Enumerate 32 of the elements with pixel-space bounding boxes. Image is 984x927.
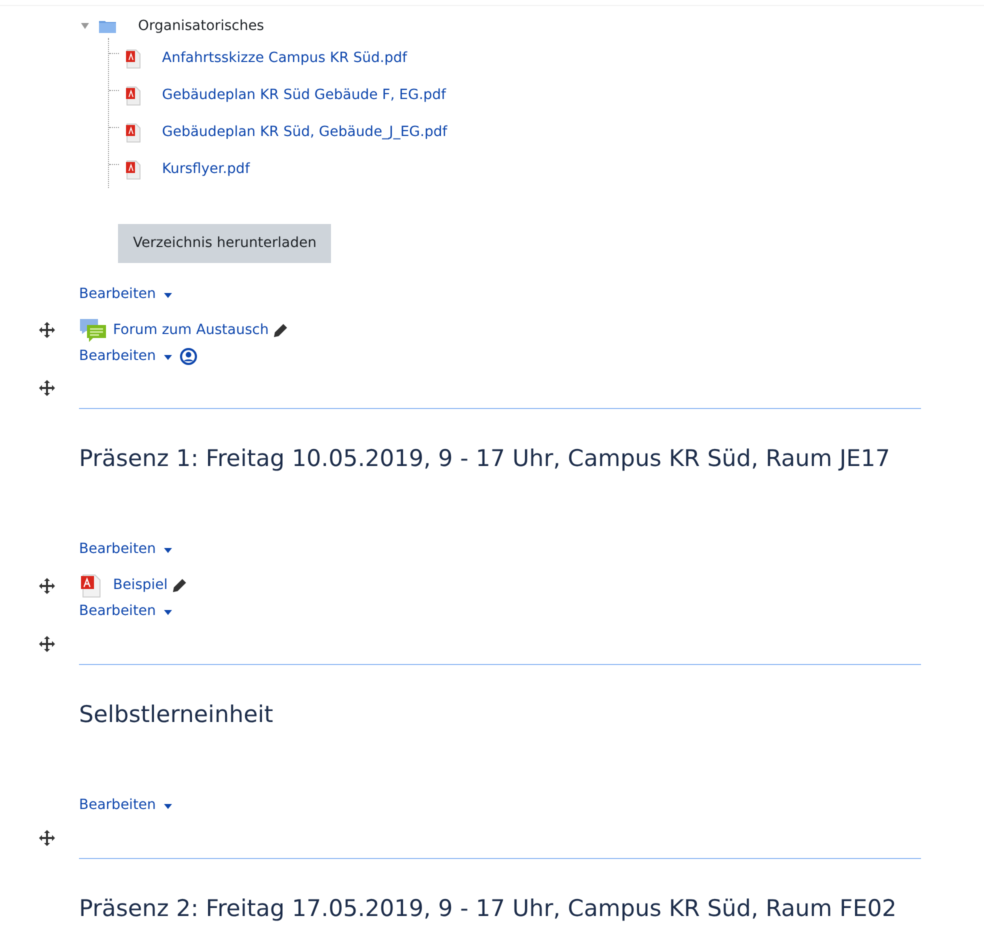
move-icon[interactable]: [39, 380, 55, 396]
folder-name: Organisatorisches: [138, 16, 264, 36]
file-link[interactable]: Gebäudeplan KR Süd Gebäude F, EG.pdf: [162, 85, 446, 106]
pencil-icon[interactable]: [272, 322, 288, 338]
edit-menu-link[interactable]: Bearbeiten: [79, 346, 172, 366]
pdf-icon: [79, 574, 103, 598]
pdf-icon: [124, 48, 142, 68]
edit-menu-link[interactable]: Bearbeiten: [79, 601, 172, 622]
forum-icon: [79, 317, 107, 343]
file-link[interactable]: Gebäudeplan KR Süd, Gebäude_J_EG.pdf: [162, 122, 448, 143]
section-heading: Präsenz 1: Freitag 10.05.2019, 9 - 17 Uhr, Campus KR Süd, Raum JE17: [79, 445, 892, 474]
file-link[interactable]: Anfahrtsskizze Campus KR Süd.pdf: [162, 48, 408, 69]
move-icon[interactable]: [39, 636, 55, 652]
edit-menu-link[interactable]: Bearbeiten: [79, 795, 172, 816]
pdf-icon: [124, 86, 142, 106]
download-button[interactable]: Verzeichnis herunterladen: [118, 224, 332, 263]
pencil-icon[interactable]: [172, 578, 187, 594]
activity-link[interactable]: Beispiel: [113, 575, 168, 596]
move-icon[interactable]: [39, 830, 55, 846]
pdf-icon: [124, 160, 142, 180]
activity-link[interactable]: Forum zum Austausch: [113, 320, 269, 340]
expand-toggle-icon[interactable]: [81, 23, 89, 29]
folder-icon: [99, 20, 116, 32]
user-icon[interactable]: [180, 348, 197, 364]
move-icon[interactable]: [39, 322, 55, 338]
file-link[interactable]: Kursflyer.pdf: [162, 159, 250, 180]
section-heading: Selbstlerneinheit: [79, 700, 274, 730]
pdf-icon: [124, 122, 142, 142]
edit-menu-link[interactable]: Bearbeiten: [79, 539, 172, 560]
move-icon[interactable]: [39, 578, 55, 594]
section-heading: Präsenz 2: Freitag 17.05.2019, 9 - 17 Uhr, Campus KR Süd, Raum FE02: [79, 894, 898, 924]
edit-menu-link[interactable]: Bearbeiten: [79, 284, 172, 304]
